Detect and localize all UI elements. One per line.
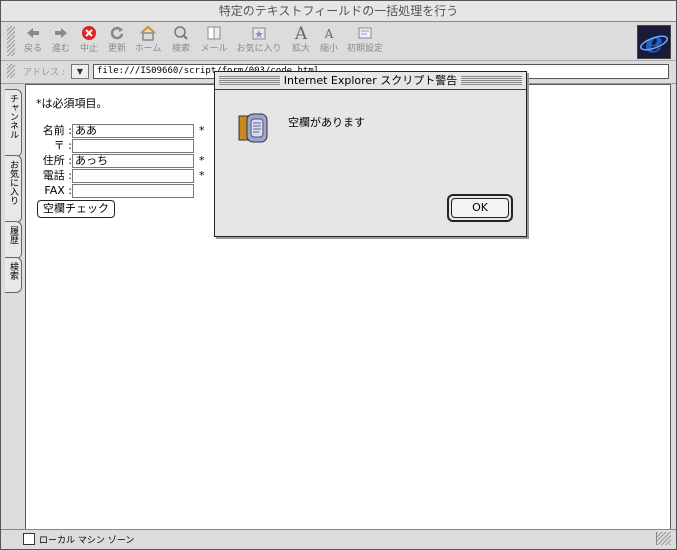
forward-label: 進む	[51, 44, 70, 54]
phone-required-mark: *	[199, 169, 205, 182]
stop-icon	[77, 25, 101, 43]
forward-button[interactable]: 進む	[49, 25, 73, 59]
alert-icon	[237, 112, 269, 147]
home-label: ホーム	[134, 44, 162, 54]
home-icon	[133, 25, 163, 43]
tab-search-label: 検索	[8, 262, 18, 280]
tab-history[interactable]: 履歴	[5, 221, 22, 259]
search-icon	[169, 25, 193, 43]
ie-logo[interactable]: e	[637, 25, 671, 59]
back-arrow-icon	[21, 25, 45, 43]
toolbar: 戻る 進む 中止 更新 ホーム 検索 メール お気に入り A 拡大 A 縮小 初…	[1, 22, 676, 61]
window-titlebar[interactable]: 特定のテキストフィールドの一括処理を行う	[1, 1, 676, 22]
svg-text:e: e	[645, 26, 663, 58]
address-label-form: 住所 :	[42, 154, 72, 167]
text-smaller-icon: A	[324, 27, 334, 41]
refresh-label: 更新	[107, 44, 126, 54]
preferences-icon	[345, 25, 385, 43]
refresh-button[interactable]: 更新	[105, 25, 129, 59]
mail-button[interactable]: メール	[199, 25, 229, 59]
toolbar-grip[interactable]	[7, 26, 15, 56]
stop-label: 中止	[79, 44, 98, 54]
preferences-label: 初期設定	[346, 44, 383, 54]
phone-field[interactable]	[72, 169, 194, 183]
preferences-button[interactable]: 初期設定	[345, 25, 385, 59]
phone-label: 電話 :	[42, 169, 72, 182]
favorites-label: お気に入り	[236, 44, 282, 54]
resize-grip[interactable]	[656, 532, 671, 545]
window-title: 特定のテキストフィールドの一括処理を行う	[218, 4, 459, 18]
mail-icon	[199, 25, 229, 43]
back-button[interactable]: 戻る	[21, 25, 45, 59]
chevron-down-icon: ▼	[76, 67, 84, 76]
search-button[interactable]: 検索	[169, 25, 193, 59]
tab-history-label: 履歴	[8, 226, 18, 244]
check-empty-button[interactable]: 空欄チェック	[37, 200, 115, 218]
ie-logo-icon: e	[638, 26, 670, 59]
status-bar: ローカル マシン ゾーン	[1, 529, 676, 548]
explorer-bar-tabs: チャンネル お気に入り 履歴 検索	[3, 85, 25, 525]
zone-text: ローカル マシン ゾーン	[39, 536, 135, 546]
ok-button-frame: OK	[447, 194, 513, 222]
tab-channels-label: チャンネル	[8, 94, 18, 139]
address-dropdown[interactable]: ▼	[71, 64, 89, 79]
address-label: アドレス :	[23, 68, 65, 78]
name-field[interactable]: ああ	[72, 124, 194, 138]
tab-favorites[interactable]: お気に入り	[5, 155, 22, 223]
dialog-message: 空欄があります	[288, 116, 365, 129]
tab-channels[interactable]: チャンネル	[5, 89, 22, 157]
mail-label: メール	[200, 44, 228, 54]
local-zone-icon	[23, 533, 35, 545]
ok-button[interactable]: OK	[451, 198, 509, 218]
text-smaller-button[interactable]: A 縮小	[317, 25, 341, 59]
favorites-icon	[235, 25, 283, 43]
stop-button[interactable]: 中止	[77, 25, 101, 59]
tab-search[interactable]: 検索	[5, 257, 22, 293]
fax-field[interactable]	[72, 184, 194, 198]
dialog-titlebar[interactable]: Internet Explorer スクリプト警告	[215, 72, 526, 90]
text-larger-icon: A	[294, 24, 308, 44]
script-alert-dialog: Internet Explorer スクリプト警告 空欄があります OK	[214, 71, 527, 237]
text-larger-button[interactable]: A 拡大	[289, 25, 313, 59]
favorites-button[interactable]: お気に入り	[235, 25, 283, 59]
address-field[interactable]: あっち	[72, 154, 194, 168]
text-smaller-label: 縮小	[319, 44, 338, 54]
search-label: 検索	[171, 44, 190, 54]
text-larger-label: 拡大	[291, 44, 310, 54]
name-required-mark: *	[199, 124, 205, 137]
dialog-title: Internet Explorer スクリプト警告	[279, 74, 462, 87]
address-required-mark: *	[199, 154, 205, 167]
home-button[interactable]: ホーム	[133, 25, 163, 59]
tab-favorites-label: お気に入り	[8, 160, 18, 205]
postal-label: 〒 :	[53, 139, 72, 152]
back-label: 戻る	[23, 44, 42, 54]
forward-arrow-icon	[49, 25, 73, 43]
fax-label: FAX :	[44, 184, 72, 197]
postal-field[interactable]	[72, 139, 194, 153]
name-label: 名前 :	[42, 124, 72, 137]
required-note: *は必須項目。	[36, 97, 108, 110]
address-grip[interactable]	[7, 64, 15, 78]
refresh-icon	[105, 25, 129, 43]
